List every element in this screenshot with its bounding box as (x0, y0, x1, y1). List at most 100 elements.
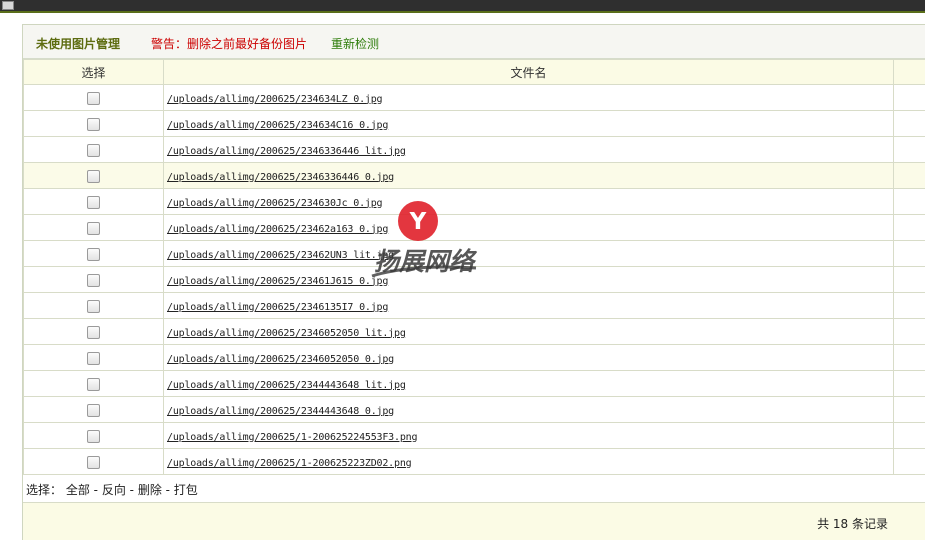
filename-cell: /uploads/allimg/200625/234630Jc 0.jpg (163, 188, 894, 215)
file-link[interactable]: /uploads/allimg/200625/1-200625224553F3.… (164, 432, 417, 443)
file-table: 选择 文件名 /uploads/allimg/200625/234634LZ 0… (23, 59, 925, 475)
table-row: /uploads/allimg/200625/2346135I7 0.jpg (23, 292, 925, 319)
row-checkbox[interactable] (87, 143, 100, 157)
selection-actions: 选择： 全部 - 反向 - 删除 - 打包 (23, 475, 925, 502)
filename-cell: /uploads/allimg/200625/1-200625223ZD02.p… (163, 448, 894, 475)
extra-cell (893, 370, 925, 397)
table-row: /uploads/allimg/200625/2344443648 0.jpg (23, 396, 925, 423)
top-accent-line (0, 11, 925, 13)
row-checkbox[interactable] (87, 403, 100, 417)
backup-warning: 警告：删除之前最好备份图片 (151, 37, 308, 51)
row-checkbox[interactable] (87, 429, 100, 443)
table-row: /uploads/allimg/200625/2346336446 lit.jp… (23, 136, 925, 163)
row-checkbox[interactable] (87, 247, 100, 261)
row-checkbox[interactable] (87, 169, 100, 183)
extra-cell (893, 344, 925, 371)
file-link[interactable]: /uploads/allimg/200625/234634C16 0.jpg (164, 120, 388, 131)
unused-images-panel: 未使用图片管理 警告：删除之前最好备份图片 重新检测 选择 文件名 /uploa… (22, 24, 925, 540)
file-link[interactable]: /uploads/allimg/200625/2346052050 0.jpg (164, 354, 394, 365)
separator: - (89, 483, 102, 497)
file-link[interactable]: /uploads/allimg/200625/2346336446 lit.jp… (164, 146, 406, 157)
row-checkbox[interactable] (87, 325, 100, 339)
file-link[interactable]: /uploads/allimg/200625/234634LZ 0.jpg (164, 94, 383, 105)
select-cell (23, 292, 164, 319)
table-row: /uploads/allimg/200625/2344443648 lit.jp… (23, 370, 925, 397)
column-header-select: 选择 (23, 59, 164, 85)
file-link[interactable]: /uploads/allimg/200625/23461J615 0.jpg (164, 276, 388, 287)
table-header-row: 选择 文件名 (23, 59, 925, 85)
pack-link[interactable]: 打包 (174, 483, 198, 497)
file-link[interactable]: /uploads/allimg/200625/2346052050 lit.jp… (164, 328, 406, 339)
file-link[interactable]: /uploads/allimg/200625/2344443648 lit.jp… (164, 380, 406, 391)
panel-titlebar: 未使用图片管理 警告：删除之前最好备份图片 重新检测 (23, 25, 925, 59)
extra-cell (893, 240, 925, 267)
table-row: /uploads/allimg/200625/2346052050 0.jpg (23, 344, 925, 371)
extra-cell (893, 318, 925, 345)
select-cell (23, 396, 164, 423)
select-label: 选择： (26, 483, 63, 497)
file-link[interactable]: /uploads/allimg/200625/1-200625223ZD02.p… (164, 458, 412, 469)
filename-cell: /uploads/allimg/200625/234634C16 0.jpg (163, 110, 894, 137)
pagination-bar: 共 18 条记录 (23, 502, 925, 540)
column-header-filename: 文件名 (163, 59, 894, 85)
file-link[interactable]: /uploads/allimg/200625/23462UN3 lit.jpg (164, 250, 394, 261)
file-link[interactable]: /uploads/allimg/200625/234630Jc 0.jpg (164, 198, 383, 209)
select-cell (23, 84, 164, 111)
select-cell (23, 318, 164, 345)
row-checkbox[interactable] (87, 91, 100, 105)
table-row: /uploads/allimg/200625/1-200625224553F3.… (23, 422, 925, 449)
extra-cell (893, 448, 925, 475)
filename-cell: /uploads/allimg/200625/2344443648 0.jpg (163, 396, 894, 423)
row-checkbox[interactable] (87, 351, 100, 365)
filename-cell: /uploads/allimg/200625/2346336446 lit.jp… (163, 136, 894, 163)
row-checkbox[interactable] (87, 117, 100, 131)
window-corner-icon (2, 1, 14, 10)
file-link[interactable]: /uploads/allimg/200625/2346336446 0.jpg (164, 172, 394, 183)
filename-cell: /uploads/allimg/200625/23462UN3 lit.jpg (163, 240, 894, 267)
row-checkbox[interactable] (87, 455, 100, 469)
table-row: /uploads/allimg/200625/234634LZ 0.jpg (23, 84, 925, 111)
extra-cell (893, 396, 925, 423)
table-row: /uploads/allimg/200625/234630Jc 0.jpg (23, 188, 925, 215)
select-cell (23, 188, 164, 215)
delete-link[interactable]: 删除 (138, 483, 162, 497)
invert-selection-link[interactable]: 反向 (102, 483, 126, 497)
extra-cell (893, 292, 925, 319)
extra-cell (893, 162, 925, 189)
row-checkbox[interactable] (87, 273, 100, 287)
filename-cell: /uploads/allimg/200625/2344443648 lit.jp… (163, 370, 894, 397)
separator: - (161, 483, 174, 497)
table-row: /uploads/allimg/200625/2346052050 lit.jp… (23, 318, 925, 345)
select-cell (23, 214, 164, 241)
row-checkbox[interactable] (87, 299, 100, 313)
recheck-link[interactable]: 重新检测 (331, 35, 379, 52)
extra-cell (893, 266, 925, 293)
select-cell (23, 448, 164, 475)
extra-cell (893, 84, 925, 111)
table-row: /uploads/allimg/200625/1-200625223ZD02.p… (23, 448, 925, 475)
file-link[interactable]: /uploads/allimg/200625/2346135I7 0.jpg (164, 302, 388, 313)
filename-cell: /uploads/allimg/200625/2346052050 lit.jp… (163, 318, 894, 345)
filename-cell: /uploads/allimg/200625/2346336446 0.jpg (163, 162, 894, 189)
row-checkbox[interactable] (87, 377, 100, 391)
table-row: /uploads/allimg/200625/23461J615 0.jpg (23, 266, 925, 293)
file-link[interactable]: /uploads/allimg/200625/23462a163 0.jpg (164, 224, 388, 235)
window-top-bar (0, 0, 925, 13)
filename-cell: /uploads/allimg/200625/234634LZ 0.jpg (163, 84, 894, 111)
filename-cell: /uploads/allimg/200625/1-200625224553F3.… (163, 422, 894, 449)
row-checkbox[interactable] (87, 195, 100, 209)
extra-cell (893, 110, 925, 137)
extra-cell (893, 136, 925, 163)
table-row: /uploads/allimg/200625/2346336446 0.jpg (23, 162, 925, 189)
column-header-extra (893, 59, 925, 85)
row-checkbox[interactable] (87, 221, 100, 235)
page-title: 未使用图片管理 (36, 37, 121, 51)
table-row: /uploads/allimg/200625/234634C16 0.jpg (23, 110, 925, 137)
select-all-link[interactable]: 全部 (66, 483, 90, 497)
select-cell (23, 266, 164, 293)
select-cell (23, 422, 164, 449)
file-link[interactable]: /uploads/allimg/200625/2344443648 0.jpg (164, 406, 394, 417)
select-cell (23, 162, 164, 189)
select-cell (23, 136, 164, 163)
record-count: 共 18 条记录 (817, 517, 888, 531)
